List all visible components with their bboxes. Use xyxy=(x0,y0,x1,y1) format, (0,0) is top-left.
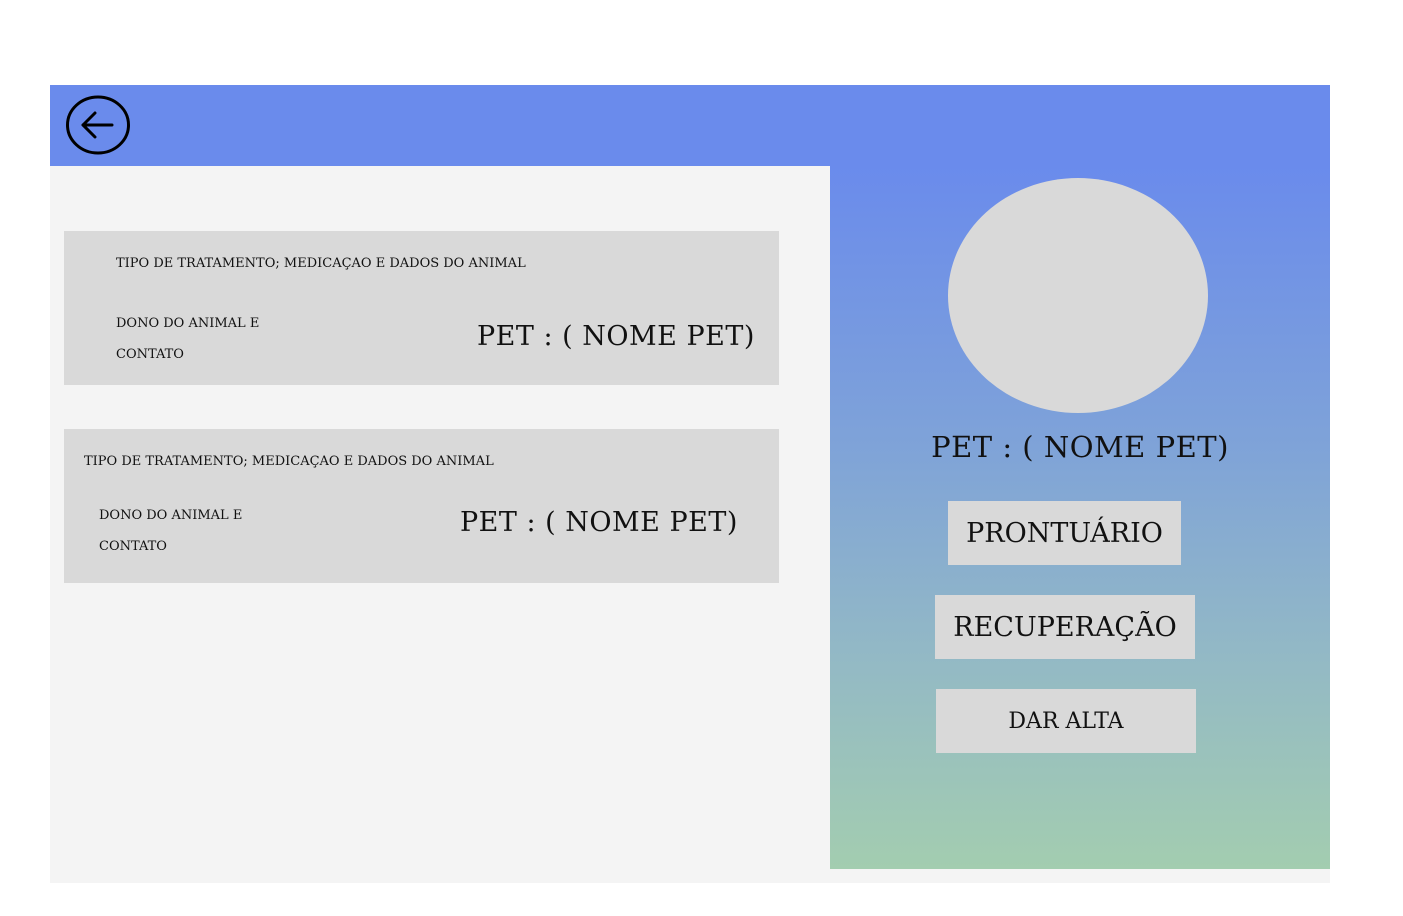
pet-name: PET : ( NOME PET) xyxy=(460,507,738,538)
back-arrow-circle-icon xyxy=(66,95,130,155)
sidebar-pet-name: PET : ( NOME PET) xyxy=(931,430,1229,464)
treatment-info: TIPO DE TRATAMENTO; MEDICAÇAO E DADOS DO… xyxy=(116,256,526,271)
prontuario-button[interactable]: PRONTUÁRIO xyxy=(948,501,1181,565)
pet-name: PET : ( NOME PET) xyxy=(477,321,755,352)
owner-contact: DONO DO ANIMAL E CONTATO xyxy=(99,508,243,554)
pet-record-card[interactable]: TIPO DE TRATAMENTO; MEDICAÇAO E DADOS DO… xyxy=(64,231,779,385)
recuperacao-button[interactable]: RECUPERAÇÃO xyxy=(935,595,1195,659)
app-frame: TIPO DE TRATAMENTO; MEDICAÇAO E DADOS DO… xyxy=(50,85,1330,883)
dar-alta-button[interactable]: DAR ALTA xyxy=(936,689,1196,753)
treatment-info: TIPO DE TRATAMENTO; MEDICAÇAO E DADOS DO… xyxy=(84,454,494,469)
top-bar xyxy=(50,85,1330,166)
owner-contact: DONO DO ANIMAL E CONTATO xyxy=(116,316,260,362)
pet-sidebar: PET : ( NOME PET) PRONTUÁRIO RECUPERAÇÃO… xyxy=(830,166,1330,869)
back-button[interactable] xyxy=(66,95,130,155)
pet-avatar xyxy=(948,178,1208,413)
pet-record-card[interactable]: TIPO DE TRATAMENTO; MEDICAÇAO E DADOS DO… xyxy=(64,429,779,583)
